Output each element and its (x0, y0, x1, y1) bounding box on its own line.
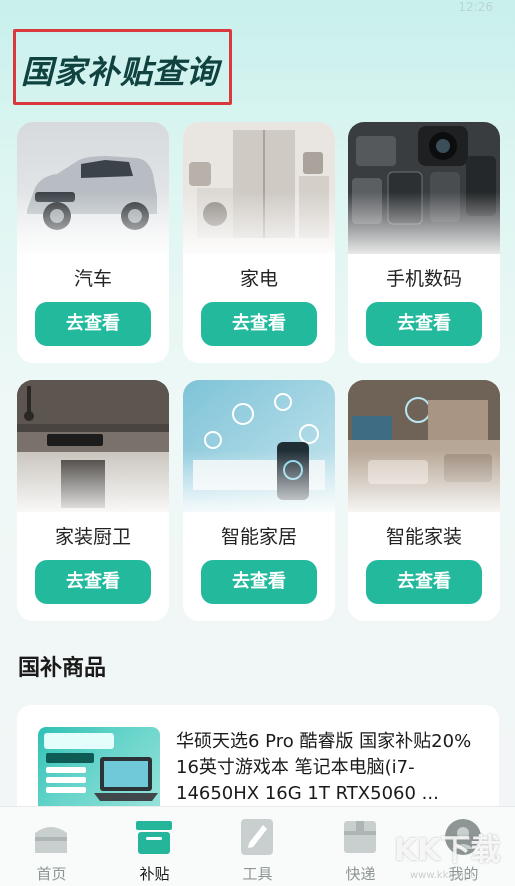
tab-label: 补贴 (139, 865, 170, 883)
tool-pen-icon (241, 819, 273, 855)
watermark-logo: KK下载 (394, 833, 501, 868)
package-icon (344, 821, 376, 853)
category-card-smart-home[interactable]: 智能家居 去查看 (183, 380, 335, 621)
section-title: 国补商品 (18, 656, 107, 681)
category-label: 智能家居 (220, 526, 297, 548)
page-title: 国家补贴查询 (21, 53, 220, 91)
category-label: 智能家装 (385, 526, 462, 548)
view-button[interactable]: 去查看 (366, 302, 482, 346)
category-card-smart-decor[interactable]: 智能家装 去查看 (348, 380, 500, 621)
tab-home[interactable]: 首页 (0, 807, 103, 886)
view-button[interactable]: 去查看 (35, 302, 151, 346)
product-title: 华硕天选6 Pro 酷睿版 国家补贴20% 16英寸游戏本 笔记本电脑(i7-1… (176, 731, 472, 804)
category-label: 家装厨卫 (54, 526, 131, 548)
home-icon (35, 827, 67, 853)
watermark-url: www.kkx.net (410, 870, 474, 881)
category-card-digital[interactable]: 手机数码 去查看 (348, 122, 500, 363)
tab-label: 首页 (36, 865, 67, 883)
view-button[interactable]: 去查看 (201, 302, 317, 346)
status-time: 12:26 (458, 0, 493, 14)
view-button[interactable]: 去查看 (201, 560, 317, 604)
tab-subsidy[interactable]: 补贴 (103, 807, 206, 886)
category-card-car[interactable]: 汽车 去查看 (17, 122, 169, 363)
category-card-appliances[interactable]: 家电 去查看 (183, 122, 335, 363)
tab-tools[interactable]: 工具 (206, 807, 309, 886)
tab-label: 工具 (242, 865, 273, 883)
category-label: 汽车 (73, 268, 112, 290)
category-label: 家电 (239, 268, 278, 290)
category-card-kitchen[interactable]: 家装厨卫 去查看 (17, 380, 169, 621)
category-label: 手机数码 (385, 268, 462, 290)
view-button[interactable]: 去查看 (35, 560, 151, 604)
subsidy-box-icon (136, 821, 172, 854)
view-button[interactable]: 去查看 (366, 560, 482, 604)
